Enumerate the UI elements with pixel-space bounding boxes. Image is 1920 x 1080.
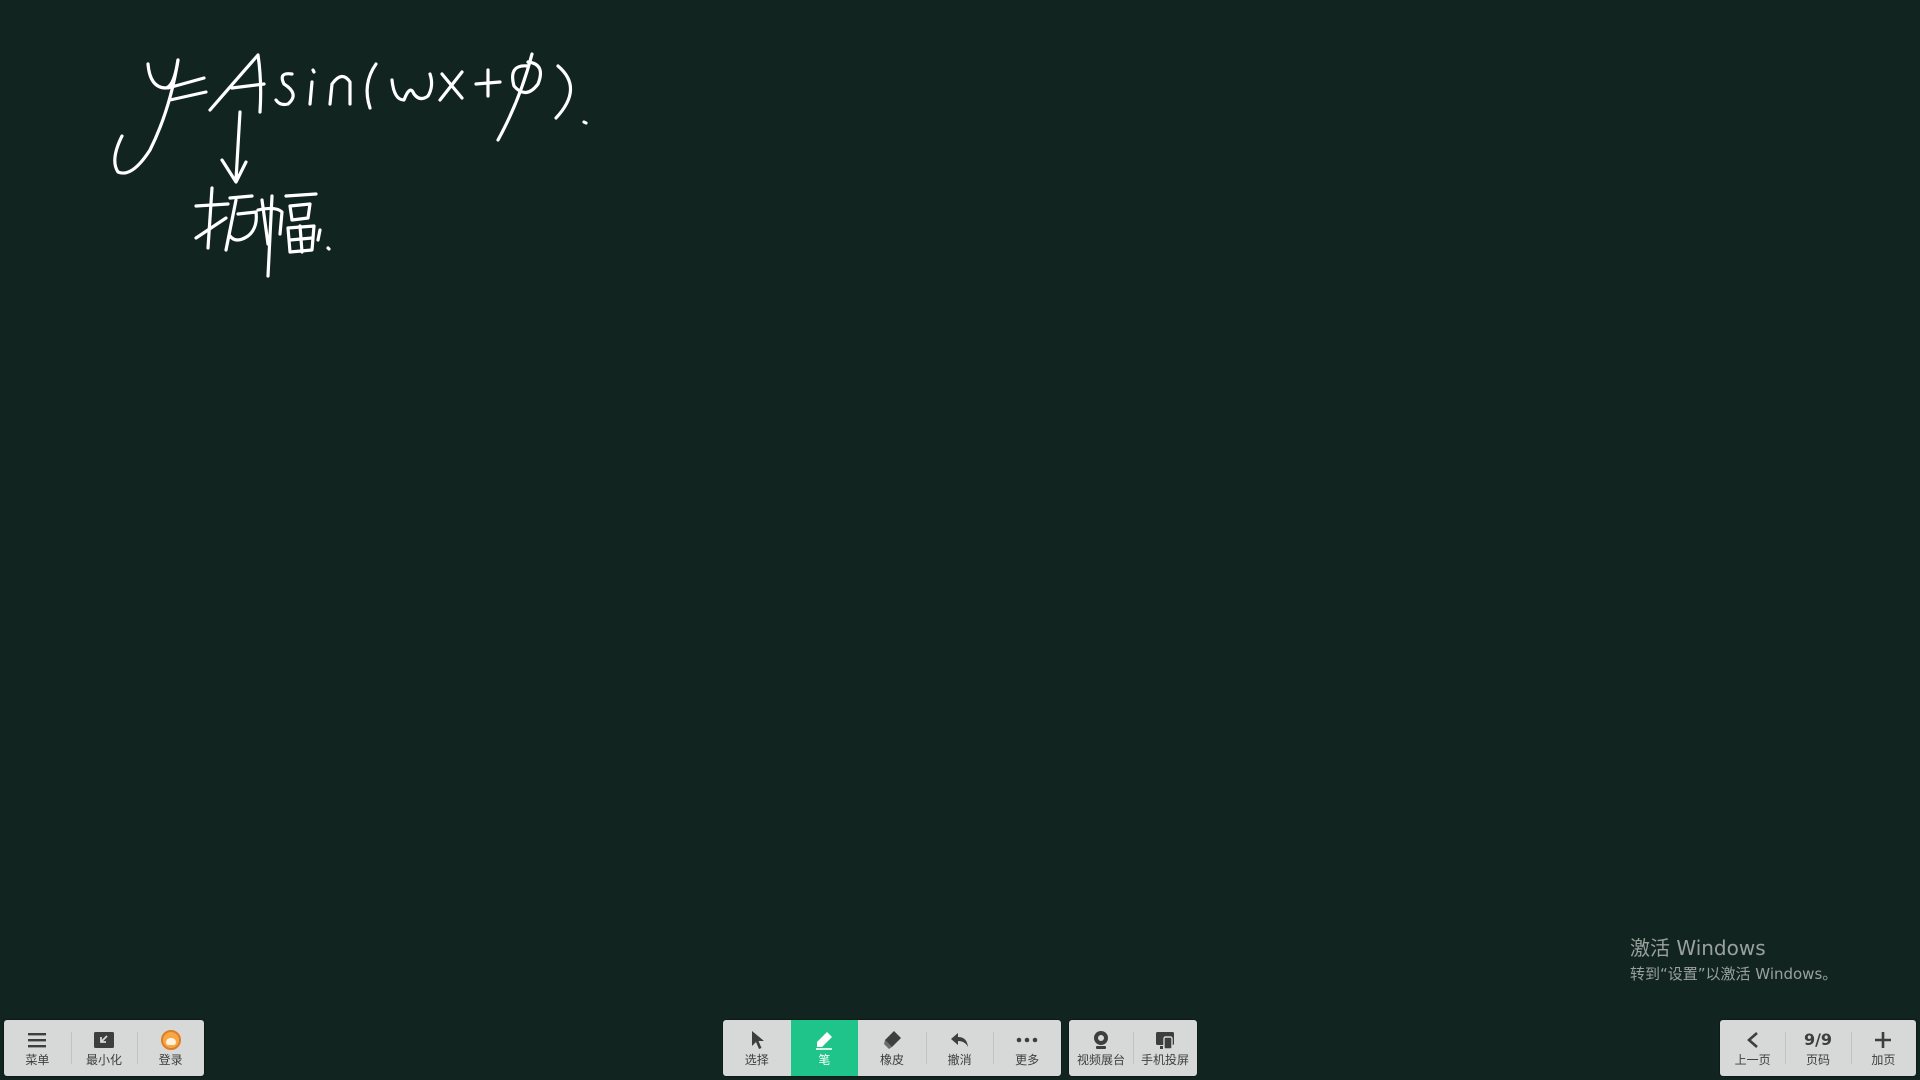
minimize-icon <box>93 1029 115 1051</box>
handwriting-arrow <box>220 110 248 184</box>
page-toolbar: 上一页 9/9 页码 加页 <box>1720 1020 1916 1076</box>
phone-cast-label: 手机投屏 <box>1140 1053 1189 1067</box>
pen-tool-button[interactable]: 笔 <box>790 1020 859 1076</box>
screen-tools-toolbar: 视频展台 手机投屏 <box>1069 1020 1197 1076</box>
more-button[interactable]: 更多 <box>993 1020 1061 1076</box>
pen-tool-label: 笔 <box>818 1053 831 1067</box>
video-booth-button[interactable]: 视频展台 <box>1069 1020 1133 1076</box>
more-icon <box>1016 1029 1038 1051</box>
minimize-button[interactable]: 最小化 <box>70 1020 138 1076</box>
undo-button[interactable]: 撤消 <box>925 1020 994 1076</box>
camera-icon <box>1091 1029 1111 1051</box>
handwriting-ink <box>113 52 588 278</box>
menu-icon <box>27 1029 47 1051</box>
eraser-icon <box>882 1029 902 1051</box>
menu-label: 菜单 <box>25 1053 50 1067</box>
add-page-label: 加页 <box>1871 1053 1896 1067</box>
undo-icon <box>949 1029 971 1051</box>
page-number-button[interactable]: 9/9 页码 <box>1785 1020 1850 1076</box>
windows-activation-watermark: 激活 Windows 转到“设置”以激活 Windows。 <box>1630 936 1837 984</box>
page-number-label: 页码 <box>1805 1053 1830 1067</box>
minimize-label: 最小化 <box>86 1053 123 1067</box>
add-page-button[interactable]: 加页 <box>1850 1020 1916 1076</box>
login-label: 登录 <box>158 1053 183 1067</box>
phone-cast-button[interactable]: 手机投屏 <box>1133 1020 1197 1076</box>
plus-icon <box>1874 1029 1892 1051</box>
more-label: 更多 <box>1015 1053 1040 1067</box>
prev-page-label: 上一页 <box>1734 1053 1771 1067</box>
pen-icon <box>814 1029 834 1051</box>
phone-cast-icon <box>1155 1029 1175 1051</box>
left-toolbar: 菜单 最小化 登录 <box>4 1020 204 1076</box>
undo-label: 撤消 <box>947 1053 972 1067</box>
handwriting-note <box>194 186 331 278</box>
handwriting-formula <box>113 52 588 175</box>
chevron-left-icon <box>1746 1029 1760 1051</box>
drawing-tools-toolbar: 选择 笔 橡皮 撤消 更多 <box>723 1020 1061 1076</box>
whiteboard-canvas[interactable] <box>0 0 1920 1080</box>
page-number-value: 9/9 <box>1803 1030 1833 1049</box>
menu-button[interactable]: 菜单 <box>4 1020 71 1076</box>
eraser-tool-button[interactable]: 橡皮 <box>858 1020 926 1076</box>
eraser-tool-label: 橡皮 <box>879 1053 904 1067</box>
watermark-subtitle: 转到“设置”以激活 Windows。 <box>1630 965 1838 983</box>
select-tool-label: 选择 <box>744 1053 769 1067</box>
watermark-title: 激活 Windows <box>1630 936 1766 960</box>
video-booth-label: 视频展台 <box>1076 1053 1125 1067</box>
login-button[interactable]: 登录 <box>137 1020 204 1076</box>
cursor-icon <box>748 1029 766 1051</box>
avatar-icon <box>160 1029 181 1051</box>
prev-page-button[interactable]: 上一页 <box>1720 1020 1785 1076</box>
select-tool-button[interactable]: 选择 <box>723 1020 791 1076</box>
